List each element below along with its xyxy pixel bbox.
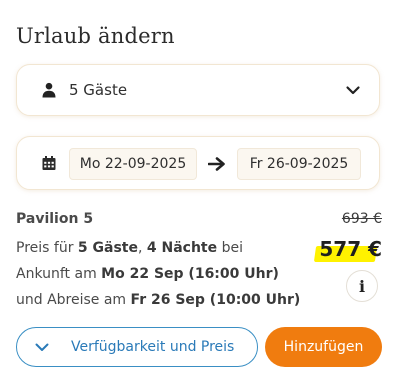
availability-label: Verfügbarkeit und Preis <box>71 339 235 355</box>
new-price: 577 € <box>319 237 382 261</box>
desc-text: , <box>137 240 147 256</box>
add-button[interactable]: Hinzufügen <box>265 327 382 367</box>
info-button[interactable]: i <box>346 270 378 302</box>
desc-arrival: Mo 22 Sep (16:00 Uhr) <box>101 266 279 282</box>
desc-nights: 4 Nächte <box>146 240 218 256</box>
availability-button[interactable]: Verfügbarkeit und Preis <box>16 327 258 367</box>
chevron-down-icon <box>346 86 360 95</box>
arrival-date-field[interactable]: Mo 22-09-2025 <box>69 148 197 180</box>
desc-text: und Abreise am <box>16 292 131 308</box>
chevron-down-icon <box>35 343 49 351</box>
edit-vacation-panel: Urlaub ändern 5 Gäste Mo 22-09-2025 Fr 2… <box>0 0 400 389</box>
booking-description: Preis für 5 Gäste, 4 Nächte bei Ankunft … <box>16 235 316 313</box>
desc-guests: 5 Gäste <box>77 240 138 256</box>
person-icon <box>42 82 56 98</box>
desc-line-3: und Abreise am Fr 26 Sep (10:00 Uhr) <box>16 287 316 313</box>
desc-text: Ankunft am <box>16 266 102 282</box>
desc-departure: Fr 26 Sep (10:00 Uhr) <box>130 292 301 308</box>
date-range-picker: Mo 22-09-2025 Fr 26-09-2025 <box>16 136 380 190</box>
desc-text: bei <box>217 240 243 256</box>
desc-text: Preis für <box>16 240 78 256</box>
guests-select[interactable]: 5 Gäste <box>16 64 380 116</box>
departure-date-field[interactable]: Fr 26-09-2025 <box>237 148 361 180</box>
desc-line-2: Ankunft am Mo 22 Sep (16:00 Uhr) <box>16 261 316 287</box>
panel-title: Urlaub ändern <box>16 24 175 48</box>
room-name: Pavilion 5 <box>16 211 94 227</box>
new-price-container: 577 € <box>314 237 382 265</box>
old-price: 693 € <box>341 211 382 227</box>
desc-line-1: Preis für 5 Gäste, 4 Nächte bei <box>16 235 316 261</box>
calendar-icon[interactable] <box>41 155 57 171</box>
arrow-right-icon <box>208 157 225 171</box>
guests-label: 5 Gäste <box>69 81 128 99</box>
